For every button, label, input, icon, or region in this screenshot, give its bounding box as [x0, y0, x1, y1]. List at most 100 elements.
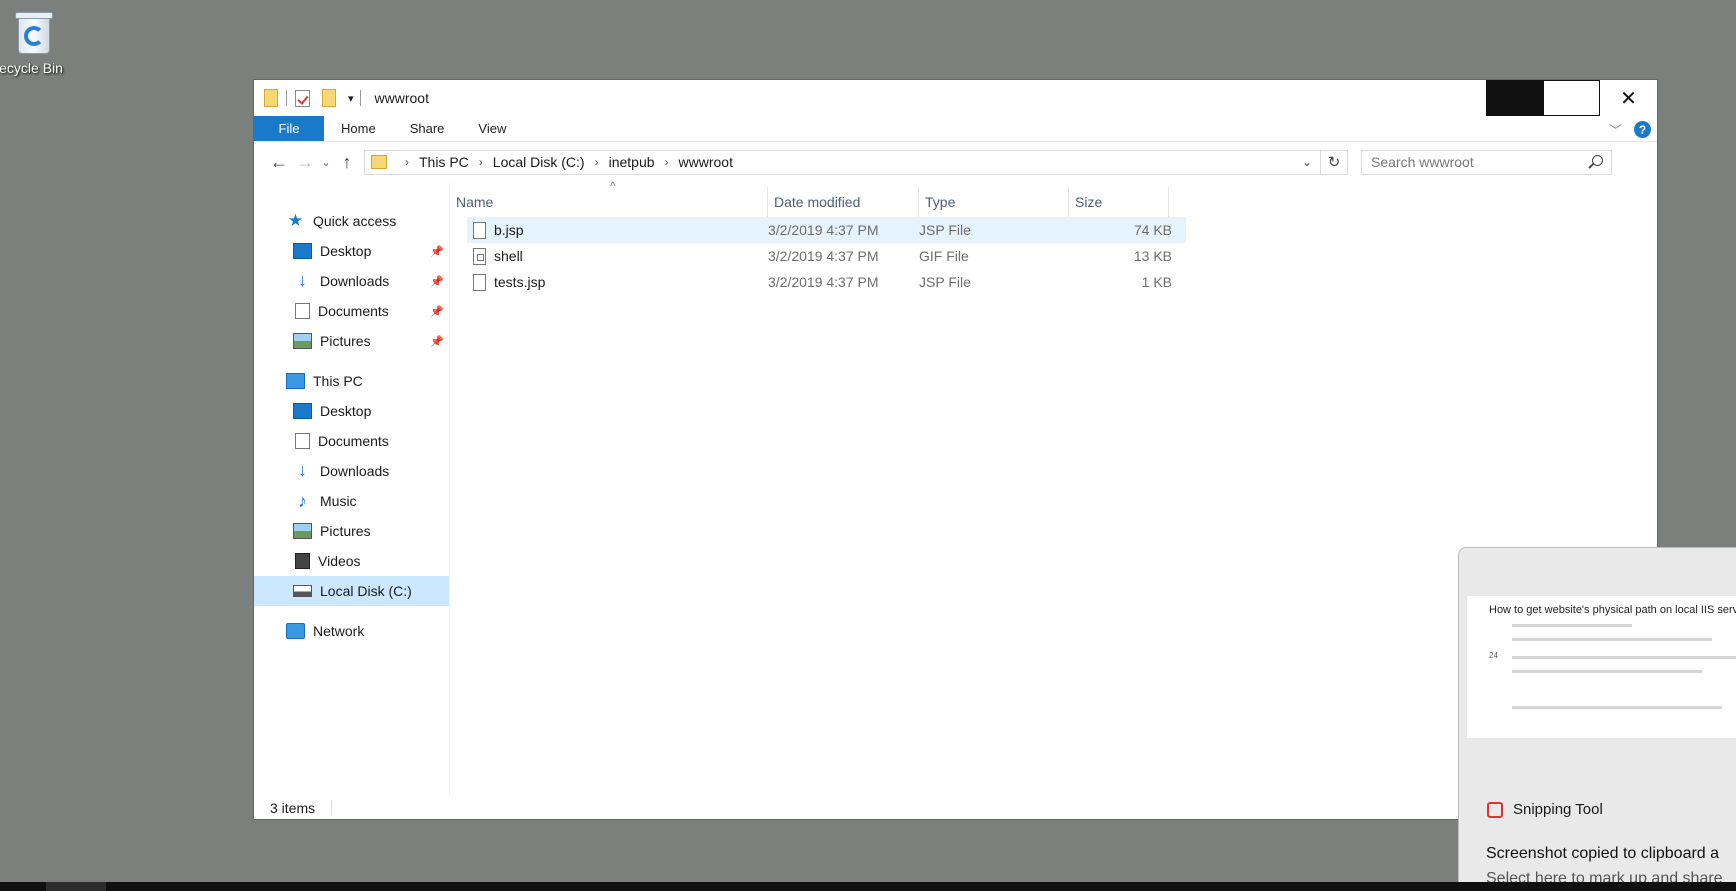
file-date: 3/2/2019 4:37 PM	[768, 274, 879, 290]
star-icon: ★	[287, 211, 304, 230]
downloads-icon: ↓	[298, 270, 307, 290]
navigation-bar: ← → ⌄ ↑ › This PC › Local Disk (C:) › in…	[254, 142, 1657, 182]
snipping-tool-notification[interactable]: How to get website's physical path on lo…	[1458, 547, 1736, 891]
disk-icon	[293, 585, 312, 597]
chevron-right-icon[interactable]: ›	[595, 155, 599, 169]
crumb-wwwroot[interactable]: wwwroot	[679, 154, 733, 170]
crumb-local-disk[interactable]: Local Disk (C:)	[493, 154, 585, 170]
breadcrumb: › This PC › Local Disk (C:) › inetpub › …	[395, 154, 733, 170]
up-button[interactable]: ↑	[334, 149, 360, 175]
taskbar	[0, 882, 1736, 891]
tab-file[interactable]: File	[254, 116, 324, 141]
pin-icon[interactable]: 📌	[430, 275, 444, 288]
sidebar-item-pc-pictures[interactable]: Pictures	[254, 516, 449, 546]
new-folder-icon[interactable]	[322, 89, 336, 107]
recent-locations-button[interactable]: ⌄	[318, 149, 334, 175]
sidebar-item-documents[interactable]: Documents 📌	[254, 296, 449, 326]
sidebar-item-desktop[interactable]: Desktop 📌	[254, 236, 449, 266]
sidebar-item-videos[interactable]: Videos	[254, 546, 449, 576]
sidebar-item-quick-access[interactable]: ★ Quick access	[254, 206, 449, 236]
refresh-icon: ↻	[1327, 154, 1341, 171]
title-bar[interactable]: ▾ wwwroot ✕	[254, 80, 1657, 116]
table-row[interactable]: b.jsp 3/2/2019 4:37 PM JSP File 74 KB	[467, 217, 1186, 243]
file-size: 1 KB	[1141, 274, 1172, 290]
pictures-icon	[293, 523, 312, 539]
ribbon: File Home Share View ﹀ ?	[254, 116, 1657, 142]
sort-ascending-icon: ^	[610, 179, 616, 193]
tab-home[interactable]: Home	[324, 116, 393, 141]
sidebar-item-pc-downloads[interactable]: ↓ Downloads	[254, 456, 449, 486]
file-name: tests.jsp	[494, 274, 546, 290]
taskbar-item[interactable]	[46, 882, 106, 891]
file-icon	[473, 273, 486, 291]
tab-view[interactable]: View	[461, 116, 523, 141]
tab-share[interactable]: Share	[393, 116, 462, 141]
folder-icon	[264, 89, 278, 107]
table-row[interactable]: tests.jsp 3/2/2019 4:37 PM JSP File 1 KB	[467, 269, 1186, 295]
column-header-date-modified[interactable]: Date modified	[768, 187, 919, 217]
image-file-icon	[473, 247, 486, 265]
documents-icon	[295, 433, 310, 449]
recycle-bin-label: Recycle Bin	[0, 60, 63, 76]
arrow-up-icon: ↑	[342, 151, 352, 172]
search-input[interactable]: Search wwwroot	[1361, 149, 1612, 175]
computer-icon	[286, 373, 305, 389]
chevron-right-icon[interactable]: ›	[479, 155, 483, 169]
minimize-icon	[1486, 80, 1543, 116]
close-button[interactable]: ✕	[1600, 80, 1657, 116]
file-date: 3/2/2019 4:37 PM	[768, 248, 879, 264]
search-placeholder: Search wwwroot	[1371, 154, 1474, 170]
column-header-type[interactable]: Type	[919, 187, 1069, 217]
window-title: wwwroot	[374, 90, 429, 106]
crumb-inetpub[interactable]: inetpub	[609, 154, 655, 170]
pin-icon[interactable]: 📌	[430, 305, 444, 318]
sidebar-item-this-pc[interactable]: This PC	[254, 366, 449, 396]
sidebar-item-pc-desktop[interactable]: Desktop	[254, 396, 449, 426]
crumb-this-pc[interactable]: This PC	[419, 154, 469, 170]
address-dropdown-icon[interactable]: ⌄	[1302, 155, 1312, 169]
file-size: 74 KB	[1133, 222, 1172, 238]
sidebar-item-downloads[interactable]: ↓ Downloads 📌	[254, 266, 449, 296]
status-bar: 3 items	[254, 796, 1657, 819]
close-icon: ✕	[1620, 87, 1637, 110]
column-header-size[interactable]: Size	[1069, 187, 1169, 217]
quick-access-toolbar-dropdown-icon[interactable]: ▾	[348, 92, 354, 105]
documents-icon	[295, 303, 310, 319]
refresh-button[interactable]: ↻	[1321, 149, 1348, 175]
arrow-left-icon: ←	[270, 151, 288, 172]
maximize-button[interactable]	[1543, 80, 1600, 116]
desktop-icon	[293, 243, 312, 259]
chevron-down-icon: ⌄	[321, 156, 331, 169]
notification-app-name: Snipping Tool	[1513, 801, 1603, 818]
sidebar-item-music[interactable]: ♪ Music	[254, 486, 449, 516]
sidebar-item-network[interactable]: Network	[254, 616, 449, 646]
sidebar-item-local-disk[interactable]: Local Disk (C:)	[254, 576, 449, 606]
address-bar[interactable]: › This PC › Local Disk (C:) › inetpub › …	[364, 149, 1321, 175]
navigation-pane: ★ Quick access Desktop 📌 ↓ Downloads 📌 D…	[254, 183, 450, 796]
file-type: JSP File	[919, 274, 971, 290]
screenshot-preview[interactable]: How to get website's physical path on lo…	[1467, 596, 1736, 738]
preview-title: How to get website's physical path on lo…	[1489, 604, 1736, 616]
recycle-bin-shortcut[interactable]: Recycle Bin	[0, 10, 66, 76]
folder-icon	[371, 155, 387, 169]
downloads-icon: ↓	[298, 460, 307, 480]
sidebar-item-pc-documents[interactable]: Documents	[254, 426, 449, 456]
column-header-name[interactable]: Name	[450, 187, 768, 217]
file-type: JSP File	[919, 222, 971, 238]
pin-icon[interactable]: 📌	[430, 335, 444, 348]
properties-icon[interactable]	[295, 89, 310, 107]
search-icon	[1592, 154, 1603, 166]
chevron-right-icon[interactable]: ›	[665, 155, 669, 169]
expand-ribbon-icon[interactable]: ﹀	[1609, 120, 1622, 139]
back-button[interactable]: ←	[266, 149, 292, 175]
file-name: shell	[494, 248, 523, 264]
music-icon: ♪	[298, 491, 307, 511]
sidebar-item-pictures[interactable]: Pictures 📌	[254, 326, 449, 356]
table-row[interactable]: shell 3/2/2019 4:37 PM GIF File 13 KB	[467, 243, 1186, 269]
pin-icon[interactable]: 📌	[430, 245, 444, 258]
help-icon[interactable]: ?	[1634, 121, 1651, 138]
forward-button[interactable]: →	[292, 149, 318, 175]
minimize-button[interactable]	[1486, 80, 1543, 116]
preview-votes: 24	[1489, 651, 1498, 660]
item-count: 3 items	[270, 799, 316, 816]
